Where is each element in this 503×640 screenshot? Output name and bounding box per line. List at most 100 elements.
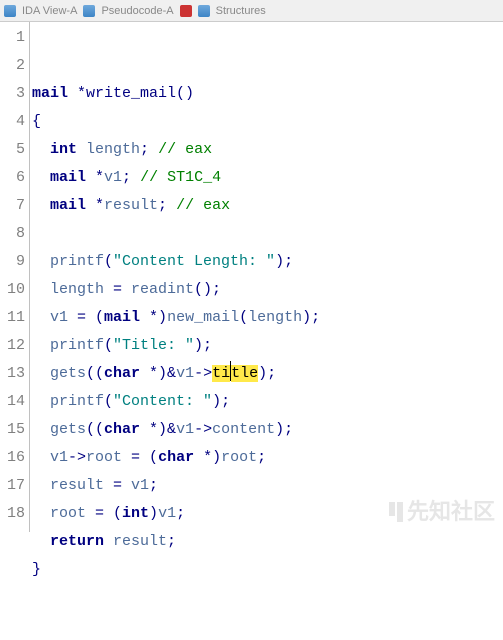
token-str: "Content: " (113, 393, 212, 410)
token-type: mail (50, 169, 86, 186)
token-punct: = ( (122, 449, 158, 466)
close-icon[interactable] (180, 5, 192, 17)
token-type: mail (104, 309, 140, 326)
token-ident: result (50, 477, 104, 494)
token-type: mail (50, 197, 86, 214)
token-punct: *)& (140, 365, 176, 382)
token-comment: // eax (158, 141, 212, 158)
token-punct: ); (258, 365, 276, 382)
code-line[interactable]: mail *v1; // ST1C_4 (32, 164, 503, 192)
token-punct: * (86, 169, 104, 186)
token-punct: -> (68, 449, 86, 466)
token-punct: -> (194, 365, 212, 382)
tab-icon (83, 5, 95, 17)
line-number: 7 (0, 192, 25, 220)
token-kw: int (50, 141, 77, 158)
token-punct: ; (158, 197, 176, 214)
token-type: mail (32, 85, 68, 102)
token-kw: return (50, 533, 104, 550)
code-line[interactable]: printf("Title: "); (32, 332, 503, 360)
tab-icon (198, 5, 210, 17)
code-line[interactable]: printf("Content: "); (32, 388, 503, 416)
token-punct (77, 141, 86, 158)
code-line[interactable]: gets((char *)&v1->title); (32, 360, 503, 388)
code-line[interactable]: printf("Content Length: "); (32, 248, 503, 276)
token-ident: root (50, 505, 86, 522)
line-number: 2 (0, 52, 25, 80)
token-punct (104, 533, 113, 550)
code-line[interactable] (32, 220, 503, 248)
line-number-gutter: 123456789101112131415161718 (0, 22, 30, 532)
code-line[interactable]: v1->root = (char *)root; (32, 444, 503, 472)
code-line[interactable]: mail *result; // eax (32, 192, 503, 220)
code-line[interactable]: result = v1; (32, 472, 503, 500)
line-number: 9 (0, 248, 25, 276)
token-ident: v1 (158, 505, 176, 522)
line-number: 17 (0, 472, 25, 500)
token-ident: result (113, 533, 167, 550)
line-number: 18 (0, 500, 25, 528)
code-line[interactable]: int length; // eax (32, 136, 503, 164)
code-line[interactable]: mail *write_mail() (32, 80, 503, 108)
tab-structures[interactable]: Structures (216, 5, 266, 17)
code-line[interactable]: gets((char *)&v1->content); (32, 416, 503, 444)
token-punct: = ( (86, 505, 122, 522)
token-ident: v1 (176, 365, 194, 382)
tab-bar: IDA View-A Pseudocode-A Structures (0, 0, 503, 22)
token-call: gets (50, 421, 86, 438)
code-editor[interactable]: 123456789101112131415161718 mail *write_… (0, 22, 503, 532)
line-number: 10 (0, 276, 25, 304)
code-line[interactable]: length = readint(); (32, 276, 503, 304)
token-ident: v1 (50, 309, 68, 326)
code-area[interactable]: mail *write_mail(){int length; // eaxmai… (30, 22, 503, 532)
line-number: 14 (0, 388, 25, 416)
token-kw: char (104, 421, 140, 438)
token-punct: ); (275, 421, 293, 438)
tab-pseudocode[interactable]: Pseudocode-A (101, 5, 173, 17)
token-punct: } (32, 561, 41, 578)
token-ident: v1 (131, 477, 149, 494)
token-punct: ( (239, 309, 248, 326)
token-punct: ) (149, 505, 158, 522)
token-call: gets (50, 365, 86, 382)
token-punct: { (32, 113, 41, 130)
code-line[interactable]: root = (int)v1; (32, 500, 503, 528)
line-number: 15 (0, 416, 25, 444)
code-line[interactable]: return result; (32, 528, 503, 556)
token-punct: = (104, 477, 131, 494)
token-punct: * (68, 85, 86, 102)
token-hl: tle (231, 365, 258, 382)
token-call: printf (50, 393, 104, 410)
token-func: write_mail (86, 85, 176, 102)
token-punct: ( (104, 393, 113, 410)
token-punct: *)& (140, 421, 176, 438)
line-number: 16 (0, 444, 25, 472)
line-number: 6 (0, 164, 25, 192)
token-call: printf (50, 253, 104, 270)
token-punct: ; (257, 449, 266, 466)
token-comment: // ST1C_4 (140, 169, 221, 186)
token-punct: ; (122, 169, 140, 186)
line-number: 12 (0, 332, 25, 360)
token-ident: root (221, 449, 257, 466)
code-line[interactable]: } (32, 556, 503, 584)
token-kw: int (122, 505, 149, 522)
token-kw: char (158, 449, 194, 466)
token-punct: ; (140, 141, 158, 158)
token-punct: *) (194, 449, 221, 466)
token-ident: result (104, 197, 158, 214)
token-field: root (86, 449, 122, 466)
token-ident: v1 (50, 449, 68, 466)
token-punct: (( (86, 365, 104, 382)
code-line[interactable]: { (32, 108, 503, 136)
line-number: 8 (0, 220, 25, 248)
token-ident: v1 (176, 421, 194, 438)
token-punct: ); (275, 253, 293, 270)
code-line[interactable]: v1 = (mail *)new_mail(length); (32, 304, 503, 332)
token-punct: ; (176, 505, 185, 522)
token-punct: ); (194, 337, 212, 354)
tab-ida-view[interactable]: IDA View-A (22, 5, 77, 17)
line-number: 5 (0, 136, 25, 164)
line-number: 1 (0, 24, 25, 52)
token-punct: ); (212, 393, 230, 410)
